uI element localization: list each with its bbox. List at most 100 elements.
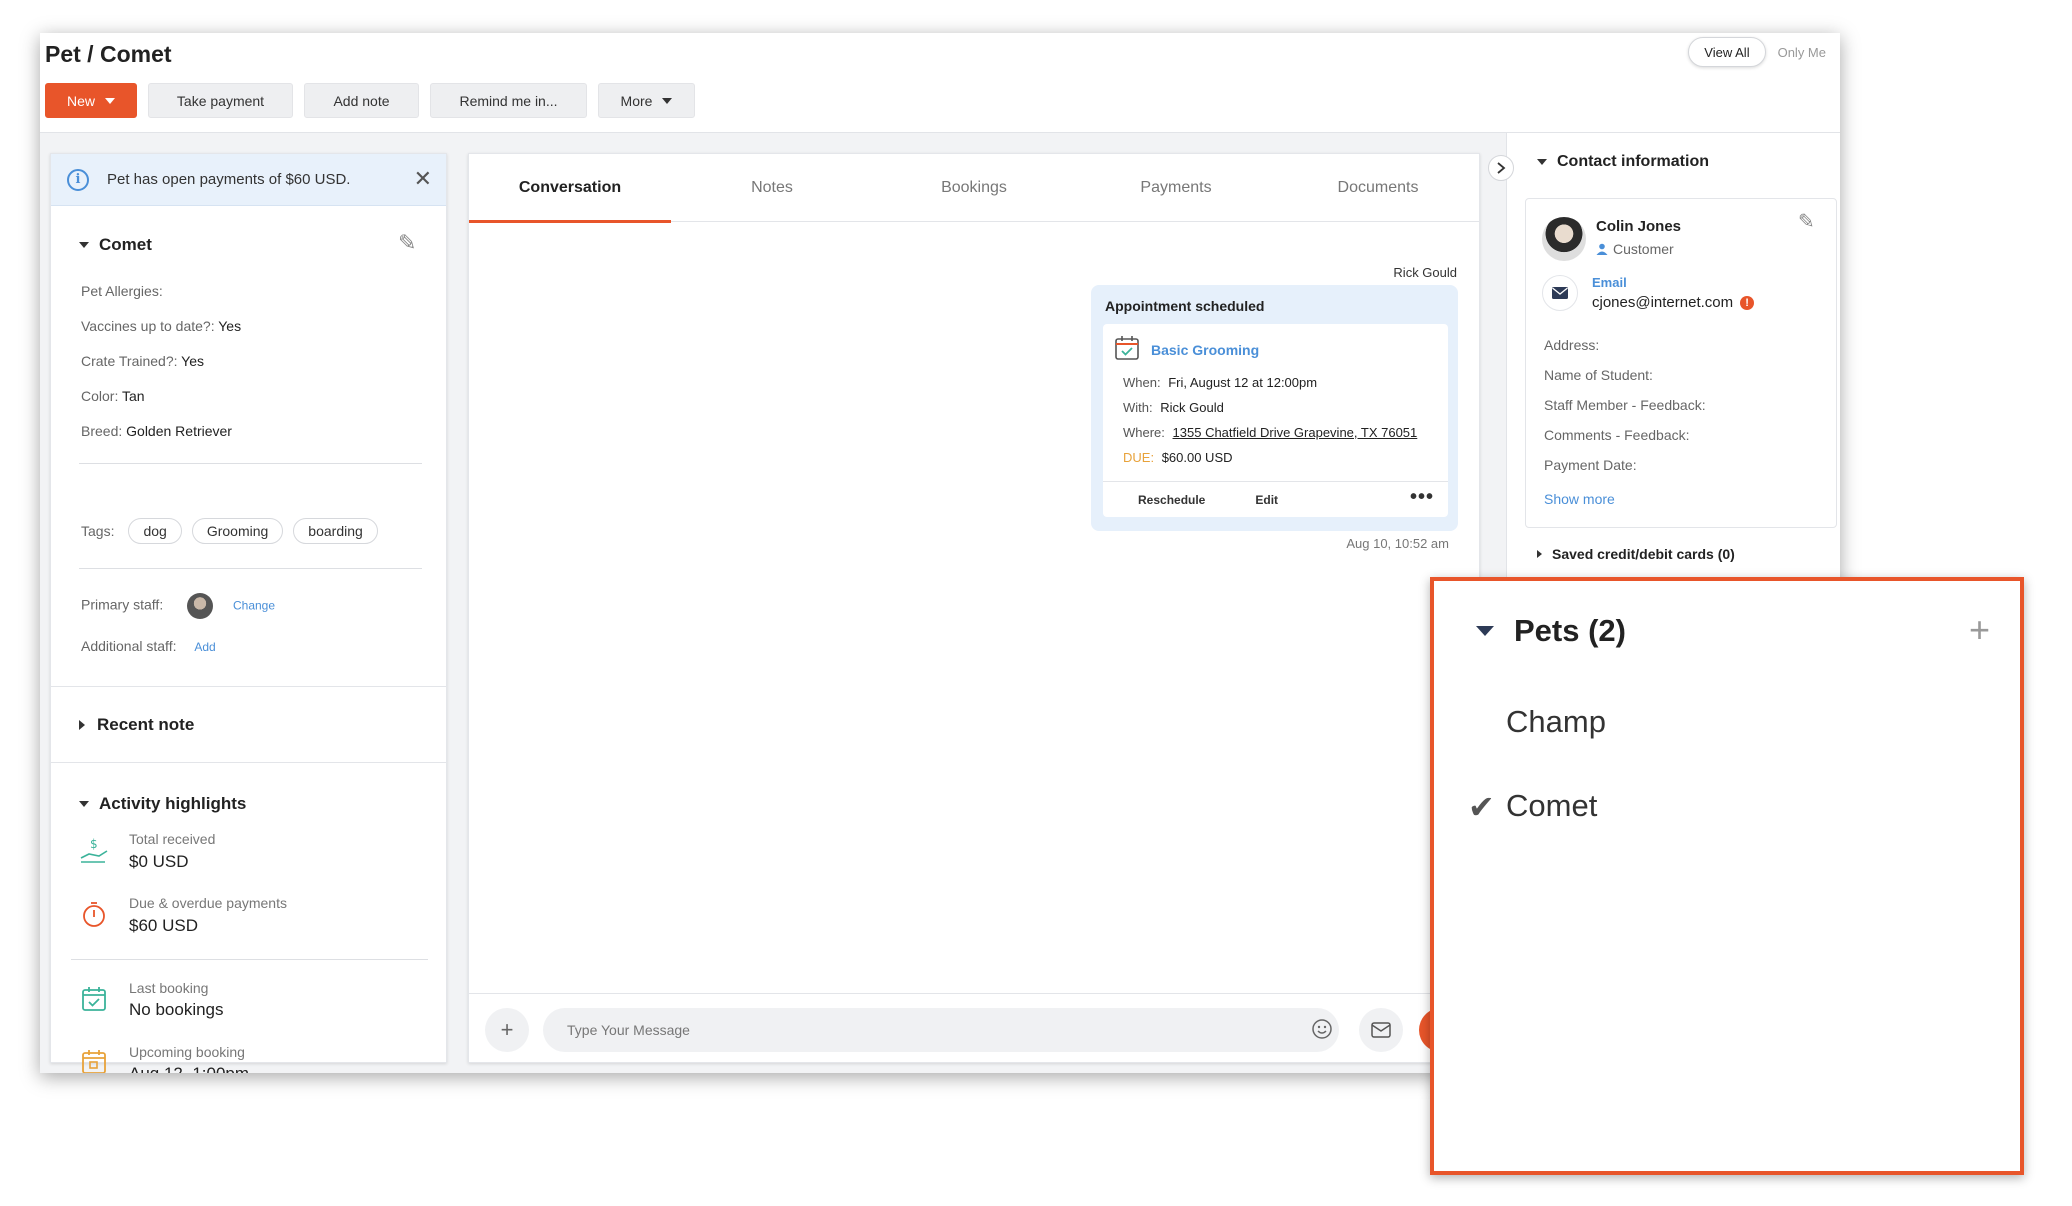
primary-staff-label: Primary staff:: [81, 596, 164, 613]
expand-arrow-icon: [79, 720, 85, 730]
email-value[interactable]: cjones@internet.com !: [1592, 294, 1755, 311]
address-link[interactable]: 1355 Chatfield Drive Grapevine, TX 76051: [1173, 425, 1418, 440]
collapse-arrow-icon: [1476, 626, 1494, 636]
only-me-button[interactable]: Only Me: [1774, 37, 1830, 67]
add-staff-link[interactable]: Add: [194, 640, 215, 654]
tab-bar: Conversation Notes Bookings Payments Doc…: [469, 154, 1479, 223]
upcoming-booking-value: Aug 12, 1:00pm: [129, 1064, 249, 1073]
tags-label: Tags:: [81, 523, 115, 539]
message-composer: +: [469, 993, 1479, 1064]
envelope-icon: [1371, 1022, 1391, 1038]
additional-staff-label: Additional staff:: [81, 638, 177, 654]
calendar-check-icon: [1115, 336, 1139, 360]
contact-role-label: Customer: [1613, 241, 1674, 257]
pet-item-comet[interactable]: Comet: [1506, 788, 1597, 824]
pet-section-header[interactable]: Comet: [79, 235, 152, 255]
view-toggle: View All Only Me: [1688, 37, 1830, 67]
edit-button[interactable]: Edit: [1255, 493, 1278, 507]
contact-card: Colin Jones Customer ✎ Email cjones@inte…: [1525, 198, 1837, 528]
total-received-label: Total received: [129, 831, 216, 847]
email-address: cjones@internet.com: [1592, 294, 1734, 311]
field-value: Golden Retriever: [126, 423, 232, 439]
saved-cards-header[interactable]: Saved credit/debit cards (0): [1537, 546, 1735, 562]
tab-notes[interactable]: Notes: [671, 154, 873, 222]
new-button-label: New: [66, 92, 95, 109]
reschedule-button[interactable]: Reschedule: [1138, 493, 1205, 507]
email-label: Email: [1592, 275, 1627, 290]
emoji-icon[interactable]: [1311, 1018, 1333, 1040]
pets-callout: Pets (2) + Champ ✔ Comet: [1430, 577, 2024, 1175]
with-row: With: Rick Gould: [1123, 400, 1224, 415]
field-vaccines: Vaccines up to date?: Yes: [81, 318, 241, 334]
new-button[interactable]: New: [45, 83, 137, 118]
message-input[interactable]: [543, 1008, 1339, 1052]
top-bar: Pet / Comet New Take payment Add note Re…: [40, 33, 1840, 133]
divider: [79, 568, 422, 569]
take-payment-button[interactable]: Take payment: [148, 83, 293, 118]
avatar: [187, 593, 214, 619]
tab-bookings[interactable]: Bookings: [873, 154, 1075, 222]
add-pet-icon[interactable]: +: [1969, 609, 1990, 651]
show-more-link[interactable]: Show more: [1544, 491, 1615, 507]
contact-info-header[interactable]: Contact information: [1537, 153, 1709, 171]
last-booking-value: No bookings: [129, 1000, 224, 1019]
recent-note-header[interactable]: Recent note: [79, 715, 194, 735]
conversation-panel: Conversation Notes Bookings Payments Doc…: [468, 153, 1480, 1063]
field-label: Color:: [81, 388, 119, 404]
add-note-button[interactable]: Add note: [304, 83, 419, 118]
message-timestamp: Aug 10, 10:52 am: [1346, 536, 1449, 551]
field-label: Crate Trained?:: [81, 353, 178, 369]
pet-item-champ[interactable]: Champ: [1506, 704, 1606, 740]
add-attachment-button[interactable]: +: [485, 1008, 529, 1052]
field-crate-trained: Crate Trained?: Yes: [81, 353, 204, 369]
expand-arrow-icon: [1537, 550, 1542, 558]
when-row: When: Fri, August 12 at 12:00pm: [1123, 375, 1317, 390]
appointment-title: Appointment scheduled: [1105, 298, 1265, 314]
info-icon: i: [67, 168, 89, 191]
collapse-arrow-icon: [1537, 159, 1547, 165]
calendar-check-icon: [79, 984, 109, 1014]
stopwatch-icon: [79, 899, 109, 929]
tab-payments[interactable]: Payments: [1075, 154, 1277, 222]
service-name[interactable]: Basic Grooming: [1151, 342, 1259, 358]
field-label: Pet Allergies:: [81, 283, 163, 299]
when-label: When:: [1123, 375, 1161, 390]
contact-name[interactable]: Colin Jones: [1596, 218, 1681, 235]
tag-dog[interactable]: dog: [128, 518, 182, 544]
due-payments-value: $60 USD: [129, 916, 198, 935]
edit-pencil-icon[interactable]: ✎: [398, 230, 416, 256]
field-label: Vaccines up to date?:: [81, 318, 215, 334]
divider: [79, 463, 422, 464]
contact-info-title: Contact information: [1557, 153, 1709, 170]
chevron-down-icon: [105, 97, 115, 104]
field-pet-allergies: Pet Allergies:: [81, 283, 163, 299]
pet-name: Comet: [99, 235, 152, 254]
field-value: Yes: [218, 318, 242, 334]
tag-boarding[interactable]: boarding: [293, 518, 378, 544]
divider: [71, 959, 428, 960]
change-staff-link[interactable]: Change: [233, 599, 275, 613]
field-breed: Breed: Golden Retriever: [81, 423, 232, 439]
close-icon[interactable]: ✕: [414, 166, 432, 192]
more-button[interactable]: More: [598, 83, 695, 118]
pets-title: Pets (2): [1514, 613, 1626, 648]
email-button[interactable]: [1359, 1008, 1403, 1052]
tag-grooming[interactable]: Grooming: [191, 518, 284, 544]
view-all-button[interactable]: View All: [1688, 37, 1766, 67]
more-options-icon[interactable]: •••: [1410, 487, 1434, 507]
collapse-panel-button[interactable]: [1488, 155, 1514, 181]
open-payments-alert: i Pet has open payments of $60 USD. ✕: [51, 154, 446, 206]
field-color: Color: Tan: [81, 388, 145, 404]
due-label: DUE:: [1123, 450, 1155, 465]
with-value: Rick Gould: [1160, 400, 1224, 415]
recent-note-label: Recent note: [97, 715, 195, 734]
message-sender: Rick Gould: [1393, 265, 1457, 280]
action-toolbar: New Take payment Add note Remind me in..…: [45, 83, 695, 118]
remind-me-button[interactable]: Remind me in...: [430, 83, 587, 118]
person-icon: [1596, 243, 1608, 255]
activity-highlights-header[interactable]: Activity highlights: [79, 794, 246, 814]
pets-header[interactable]: Pets (2): [1476, 613, 1626, 649]
tab-conversation[interactable]: Conversation: [469, 154, 671, 223]
tab-documents[interactable]: Documents: [1277, 154, 1479, 222]
edit-pencil-icon[interactable]: ✎: [1798, 209, 1815, 234]
